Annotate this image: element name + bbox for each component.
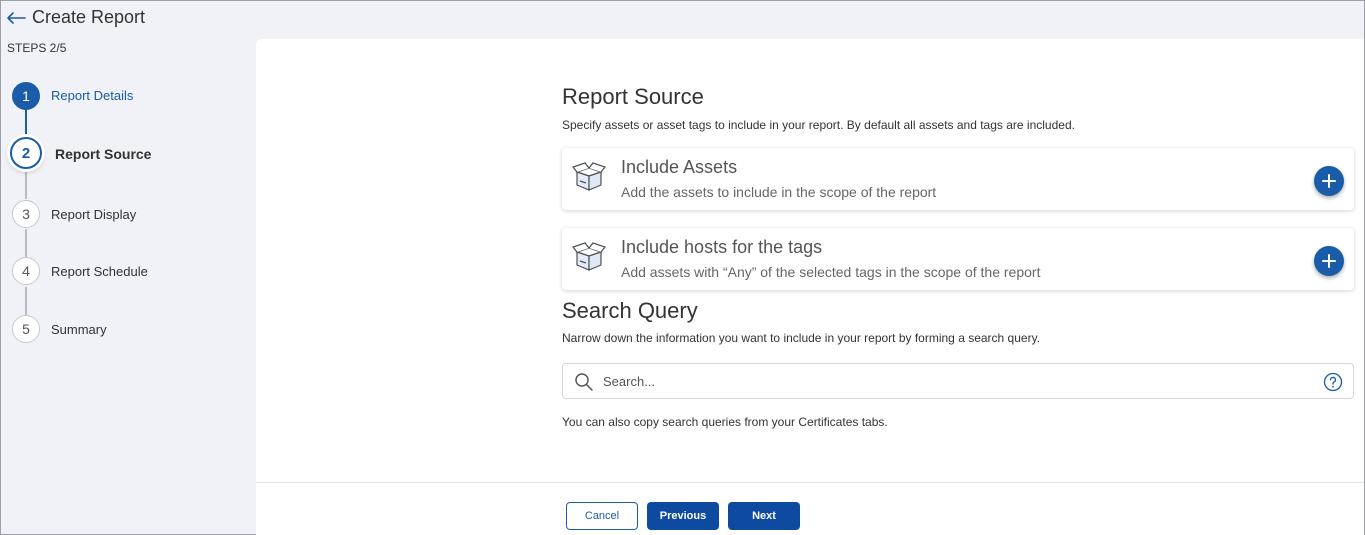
next-button[interactable]: Next <box>728 502 800 530</box>
previous-button[interactable]: Previous <box>647 502 719 530</box>
step-connector <box>25 229 27 257</box>
report-source-title: Report Source <box>562 84 704 109</box>
step-report-source[interactable]: 2 Report Source <box>1 137 251 171</box>
step-label: Report Display <box>51 207 137 222</box>
search-query-title: Search Query <box>562 298 698 323</box>
step-label: Summary <box>51 322 107 337</box>
step-connector <box>25 287 27 315</box>
step-report-details[interactable]: 1 Report Details <box>1 81 251 111</box>
search-icon <box>574 372 594 392</box>
card-title: Include Assets <box>621 157 738 177</box>
step-label: Report Source <box>55 146 152 162</box>
step-number: 2 <box>10 137 42 169</box>
cancel-button[interactable]: Cancel <box>566 502 638 530</box>
box-icon <box>571 161 607 193</box>
search-input[interactable] <box>603 369 1303 393</box>
card-title: Include hosts for the tags <box>621 237 823 257</box>
search-query-description: Narrow down the information you want to … <box>562 331 1041 345</box>
step-number: 1 <box>12 82 40 110</box>
search-box <box>562 363 1354 399</box>
step-number: 4 <box>12 257 40 285</box>
step-connector <box>25 169 27 199</box>
plus-icon <box>1322 174 1336 188</box>
step-report-display[interactable]: 3 Report Display <box>1 200 251 230</box>
box-icon <box>571 241 607 273</box>
step-number: 5 <box>12 315 40 343</box>
include-hosts-tags-card: Include hosts for the tags Add assets wi… <box>562 228 1354 290</box>
step-summary[interactable]: 5 Summary <box>1 315 251 345</box>
footer-divider <box>256 482 1364 483</box>
plus-icon <box>1322 254 1336 268</box>
card-description: Add the assets to include in the scope o… <box>621 184 937 200</box>
add-tags-button[interactable] <box>1314 246 1344 276</box>
step-connector <box>25 109 27 137</box>
report-source-description: Specify assets or asset tags to include … <box>562 118 1075 132</box>
step-report-schedule[interactable]: 4 Report Schedule <box>1 257 251 287</box>
step-label: Report Schedule <box>51 264 148 279</box>
stepper: 1 Report Details 2 Report Source 3 Repor… <box>1 1 256 535</box>
step-number: 3 <box>12 200 40 228</box>
help-icon[interactable] <box>1323 372 1343 392</box>
search-copy-note: You can also copy search queries from yo… <box>562 415 888 429</box>
card-description: Add assets with “Any” of the selected ta… <box>621 264 1041 280</box>
add-assets-button[interactable] <box>1314 166 1344 196</box>
main-panel: Report Source Specify assets or asset ta… <box>256 39 1364 535</box>
include-assets-card: Include Assets Add the assets to include… <box>562 148 1354 210</box>
step-label: Report Details <box>51 88 134 103</box>
